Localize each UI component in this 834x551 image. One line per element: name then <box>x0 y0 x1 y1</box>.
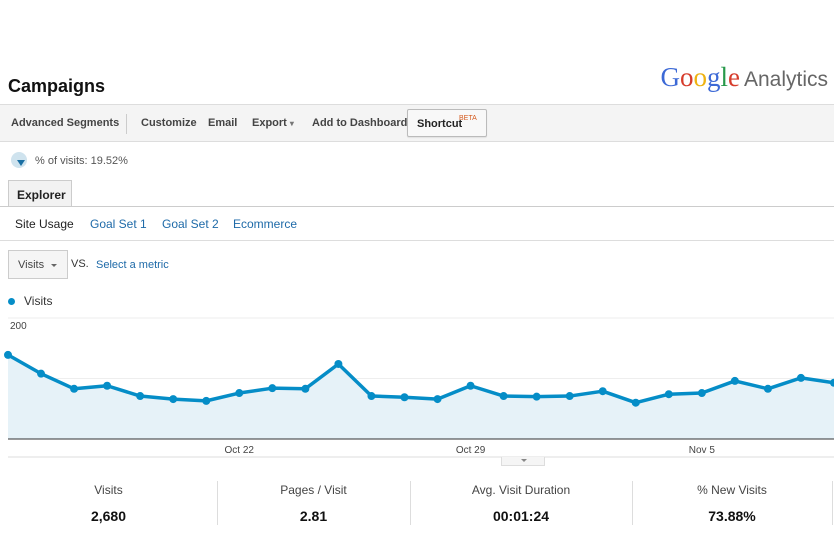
data-point <box>697 389 706 398</box>
data-point <box>367 392 376 401</box>
data-point <box>169 395 178 404</box>
data-point <box>631 398 640 407</box>
export-button[interactable]: Export ▾ <box>252 117 294 129</box>
stat-label: Pages / Visit <box>280 483 347 497</box>
data-point <box>4 350 12 359</box>
data-point <box>763 384 772 393</box>
metric-dropdown[interactable]: Visits <box>8 250 68 279</box>
page-title: Campaigns <box>8 76 106 96</box>
analytics-wordmark: Analytics <box>743 68 828 91</box>
shortcut-label: Shortcut <box>417 118 463 130</box>
data-point <box>136 392 145 401</box>
advanced-segments-button[interactable]: Advanced Segments <box>11 117 119 129</box>
data-point <box>70 384 79 393</box>
stat-value: 2,680 <box>90 508 127 524</box>
add-to-dashboard-button[interactable]: Add to Dashboard <box>312 117 407 129</box>
stat-label: Visits <box>94 483 123 497</box>
email-button[interactable]: Email <box>208 117 237 129</box>
subtab-divider <box>0 240 834 241</box>
y-tick-label: 200 <box>10 321 27 332</box>
subtab-goal-set-2[interactable]: Goal Set 2 <box>162 217 219 231</box>
data-point <box>37 369 46 378</box>
data-point <box>565 392 574 401</box>
stat-label: Avg. Visit Duration <box>471 483 571 497</box>
shortcut-button[interactable]: Shortcut BETA <box>407 109 487 137</box>
stat-new-visits: % New Visits 73.88% <box>632 472 832 524</box>
data-point <box>301 384 310 393</box>
pie-segment-icon[interactable] <box>11 152 27 168</box>
stat-divider <box>832 481 833 525</box>
x-tick-label: Oct 22 <box>225 445 255 456</box>
legend-dot-icon <box>8 298 15 305</box>
stat-value: 2.81 <box>299 508 328 524</box>
tab-explorer[interactable]: Explorer <box>8 180 72 207</box>
select-metric-link[interactable]: Select a metric <box>96 259 169 271</box>
stat-avg-visit-duration: Avg. Visit Duration 00:01:24 <box>410 472 632 524</box>
data-point <box>433 395 442 404</box>
chevron-down-icon: ▾ <box>289 119 294 128</box>
customize-button[interactable]: Customize <box>141 117 197 129</box>
tab-divider <box>0 206 834 207</box>
metric-dropdown-value: Visits <box>18 259 45 271</box>
chevron-down-icon <box>51 264 57 267</box>
data-point <box>400 393 409 402</box>
subtab-ecommerce[interactable]: Ecommerce <box>233 217 297 231</box>
stat-label: % New Visits <box>697 483 767 497</box>
visits-chart[interactable]: 100200Oct 22Oct 29Nov 5 <box>0 310 834 460</box>
subtab-site-usage[interactable]: Site Usage <box>15 217 74 231</box>
x-tick-label: Oct 29 <box>456 445 486 456</box>
data-point <box>268 384 277 393</box>
stat-pages-per-visit: Pages / Visit 2.81 <box>217 472 410 524</box>
export-label: Export <box>252 117 287 129</box>
data-point <box>103 381 112 390</box>
report-toolbar: Advanced Segments Customize Email Export… <box>0 104 834 142</box>
data-point <box>466 381 475 390</box>
subtab-goal-set-1[interactable]: Goal Set 1 <box>90 217 147 231</box>
google-analytics-logo: Google Analytics <box>660 62 828 93</box>
legend-label: Visits <box>24 294 53 308</box>
data-point <box>202 396 211 405</box>
segment-percentage: % of visits: 19.52% <box>35 155 128 167</box>
stat-visits: Visits 2,680 <box>0 472 217 524</box>
stat-value: 73.88% <box>708 508 756 524</box>
data-point <box>664 390 673 399</box>
google-wordmark: Google <box>660 62 740 92</box>
data-point <box>796 373 805 382</box>
collapse-chart-toggle[interactable] <box>501 457 545 466</box>
data-point <box>235 389 244 398</box>
beta-badge: BETA <box>459 115 477 122</box>
data-point <box>499 392 508 401</box>
data-point <box>334 359 343 368</box>
stat-value: 00:01:24 <box>492 508 550 524</box>
data-point <box>730 376 739 385</box>
toolbar-divider <box>126 114 127 134</box>
data-point <box>598 387 607 396</box>
vs-label: VS. <box>71 258 89 270</box>
x-tick-label: Nov 5 <box>689 445 716 456</box>
data-point <box>532 392 541 401</box>
